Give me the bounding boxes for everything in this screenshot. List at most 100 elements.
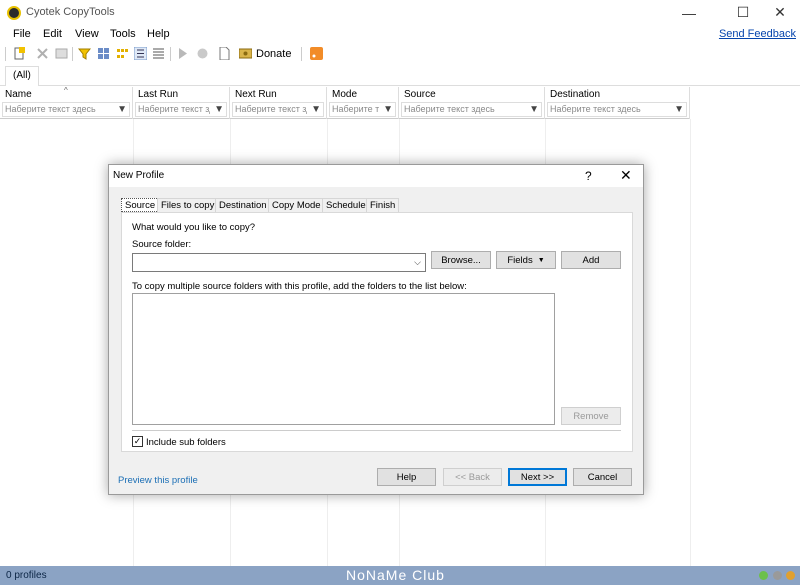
column-title: Source bbox=[404, 89, 436, 100]
page-icon[interactable] bbox=[218, 47, 231, 60]
sort-ascending-icon: ^ bbox=[64, 86, 68, 95]
toolbar-separator bbox=[170, 47, 171, 61]
filter-placeholder: Наберите текст здесь bbox=[550, 104, 641, 114]
watermark-text: NoNaMe Club bbox=[346, 567, 445, 583]
details-view-icon[interactable] bbox=[152, 47, 165, 60]
filter-placeholder: Наберите текст здесь bbox=[235, 104, 307, 114]
filter-icon[interactable]: ▼ bbox=[117, 104, 127, 115]
column-next-run[interactable]: Next Run Наберите текст здесь ▼ bbox=[230, 87, 327, 119]
preview-profile-link[interactable]: Preview this profile bbox=[118, 475, 198, 486]
toolbar-grip bbox=[5, 47, 6, 61]
profile-group-tabs: (All) bbox=[0, 64, 800, 86]
menu-bar: File Edit View Tools Help Send Feedback bbox=[0, 26, 800, 43]
grid-column-line bbox=[690, 119, 691, 566]
column-title: Next Run bbox=[235, 89, 277, 100]
column-destination[interactable]: Destination Наберите текст здесь ▼ bbox=[545, 87, 690, 119]
run-icon[interactable] bbox=[176, 47, 189, 60]
column-title: Mode bbox=[332, 89, 358, 100]
donate-button[interactable]: Donate bbox=[256, 48, 291, 60]
mode-filter-field[interactable]: Наберите текст здесь ▼ bbox=[329, 102, 396, 117]
large-icons-icon[interactable] bbox=[97, 47, 110, 60]
next-run-filter-field[interactable]: Наберите текст здесь ▼ bbox=[232, 102, 324, 117]
profiles-grid-header: Name ^ Наберите текст здесь ▼ Last Run Н… bbox=[0, 86, 690, 119]
column-name[interactable]: Name ^ Наберите текст здесь ▼ bbox=[0, 86, 133, 119]
source-folder-combobox[interactable]: ⌵ bbox=[132, 253, 426, 272]
menu-help[interactable]: Help bbox=[147, 28, 170, 40]
dropdown-arrow-icon: ▼ bbox=[537, 256, 545, 264]
tab-finish[interactable]: Finish bbox=[366, 198, 400, 212]
filter-icon[interactable]: ▼ bbox=[214, 104, 224, 115]
destination-filter-field[interactable]: Наберите текст здесь ▼ bbox=[547, 102, 687, 117]
column-title: Destination bbox=[550, 89, 601, 100]
tab-destination[interactable]: Destination bbox=[215, 198, 271, 212]
filter-icon[interactable] bbox=[78, 47, 91, 60]
filter-icon[interactable]: ▼ bbox=[383, 104, 393, 115]
donate-icon[interactable] bbox=[239, 47, 252, 60]
status-bar: 0 profiles NoNaMe Club bbox=[0, 566, 800, 585]
send-feedback-link[interactable]: Send Feedback bbox=[719, 28, 796, 40]
stop-icon[interactable] bbox=[196, 47, 209, 60]
new-profile-icon[interactable] bbox=[13, 47, 26, 60]
source-folder-label: Source folder: bbox=[132, 239, 192, 250]
title-bar: Cyotek CopyTools — ☐ ✕ bbox=[0, 0, 800, 25]
tab-files-to-copy[interactable]: Files to copy bbox=[157, 198, 219, 212]
column-title: Name bbox=[5, 89, 32, 100]
app-logo-icon bbox=[7, 6, 21, 20]
menu-file[interactable]: File bbox=[13, 28, 31, 40]
column-mode[interactable]: Mode Наберите текст здесь ▼ bbox=[327, 87, 399, 119]
cancel-button[interactable]: Cancel bbox=[573, 468, 632, 486]
toolbar: Donate bbox=[0, 44, 800, 64]
status-idle-icon bbox=[773, 571, 782, 580]
toolbar-separator bbox=[301, 47, 302, 61]
include-sub-folders-label[interactable]: Include sub folders bbox=[146, 437, 226, 448]
source-folders-list[interactable] bbox=[132, 293, 555, 425]
close-button[interactable]: ✕ bbox=[757, 0, 800, 25]
filter-icon[interactable]: ▼ bbox=[529, 104, 539, 115]
filter-placeholder: Наберите текст здесь bbox=[404, 104, 495, 114]
add-button[interactable]: Add bbox=[561, 251, 621, 269]
dialog-title-bar: New Profile ? ✕ bbox=[109, 165, 643, 187]
filter-placeholder: Наберите текст здесь bbox=[5, 104, 96, 114]
back-button[interactable]: << Back bbox=[443, 468, 502, 486]
column-title: Last Run bbox=[138, 89, 179, 100]
dialog-help-button[interactable]: ? bbox=[585, 169, 592, 183]
feed-icon[interactable] bbox=[310, 47, 323, 60]
menu-edit[interactable]: Edit bbox=[43, 28, 62, 40]
browse-button[interactable]: Browse... bbox=[431, 251, 491, 269]
dialog-title: New Profile bbox=[113, 170, 165, 181]
copy-question-label: What would you like to copy? bbox=[132, 222, 256, 233]
help-button[interactable]: Help bbox=[377, 468, 436, 486]
list-view-icon[interactable] bbox=[134, 47, 147, 60]
menu-tools[interactable]: Tools bbox=[110, 28, 136, 40]
source-filter-field[interactable]: Наберите текст здесь ▼ bbox=[401, 102, 542, 117]
toolbar-separator bbox=[72, 47, 73, 61]
tab-all[interactable]: (All) bbox=[5, 66, 39, 86]
remove-button[interactable]: Remove bbox=[561, 407, 621, 425]
status-ok-icon bbox=[759, 571, 768, 580]
menu-view[interactable]: View bbox=[75, 28, 99, 40]
last-run-filter-field[interactable]: Наберите текст здесь ▼ bbox=[135, 102, 227, 117]
filter-placeholder: Наберите текст здесь bbox=[332, 104, 379, 114]
next-button[interactable]: Next >> bbox=[508, 468, 567, 486]
tab-copy-mode[interactable]: Copy Mode bbox=[268, 198, 325, 212]
dialog-close-button[interactable]: ✕ bbox=[620, 167, 632, 184]
delete-icon[interactable] bbox=[36, 47, 49, 60]
fields-button-label: Fields bbox=[507, 254, 533, 266]
new-profile-dialog: New Profile ? ✕ Source Files to copy Des… bbox=[108, 164, 644, 495]
name-filter-field[interactable]: Наберите текст здесь ▼ bbox=[2, 102, 130, 117]
fields-button[interactable]: Fields ▼ bbox=[496, 251, 556, 269]
properties-icon[interactable] bbox=[55, 47, 68, 60]
chevron-down-icon[interactable]: ⌵ bbox=[414, 257, 421, 268]
include-sub-folders-checkbox[interactable]: ✓ bbox=[132, 436, 143, 447]
column-source[interactable]: Source Наберите текст здесь ▼ bbox=[399, 87, 545, 119]
minimize-button[interactable]: — bbox=[666, 0, 712, 25]
column-last-run[interactable]: Last Run Наберите текст здесь ▼ bbox=[133, 87, 230, 119]
tab-schedule[interactable]: Schedule bbox=[322, 198, 370, 212]
filter-icon[interactable]: ▼ bbox=[674, 104, 684, 115]
small-icons-icon[interactable] bbox=[116, 47, 129, 60]
window-title: Cyotek CopyTools bbox=[26, 6, 115, 18]
source-panel: What would you like to copy? Source fold… bbox=[121, 212, 633, 452]
filter-icon[interactable]: ▼ bbox=[311, 104, 321, 115]
panel-separator bbox=[132, 430, 621, 431]
tab-source[interactable]: Source bbox=[121, 198, 160, 212]
